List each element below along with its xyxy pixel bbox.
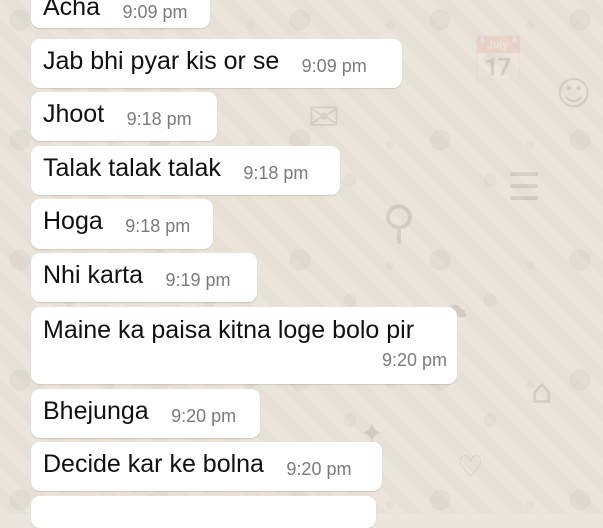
message-text: Hoga [43, 207, 103, 235]
message-text: Jab bhi pyar kis or se [43, 47, 280, 75]
message-text: Jhoot [43, 100, 105, 128]
message-bubble[interactable]: Jhoot 9:18 pm [31, 92, 217, 141]
message-text: Nhi karta [43, 261, 144, 289]
message-timestamp: 9:18 pm [243, 163, 309, 183]
message-bubble[interactable] [31, 496, 376, 528]
message-bubble[interactable]: Maine ka paisa kitna loge bolo pir 9:20 … [31, 307, 457, 384]
message-bubble[interactable]: Acha 9:09 pm [31, 0, 210, 28]
message-text: Acha [43, 0, 100, 21]
message-timestamp: 9:09 pm [301, 56, 367, 76]
message-timestamp: 9:18 pm [125, 216, 191, 236]
message-bubble[interactable]: Bhejunga 9:20 pm [31, 389, 260, 438]
message-timestamp: 9:20 pm [286, 459, 352, 479]
message-timestamp: 9:20 pm [381, 350, 447, 370]
message-timestamp: 9:20 pm [171, 406, 237, 426]
chat-thread: Acha 9:09 pm Jab bhi pyar kis or se 9:09… [0, 0, 603, 528]
message-bubble[interactable]: Nhi karta 9:19 pm [31, 253, 257, 302]
message-text: Decide kar ke bolna [43, 450, 264, 478]
message-bubble[interactable]: Decide kar ke bolna 9:20 pm [31, 442, 382, 491]
message-text: Bhejunga [43, 397, 149, 425]
message-timestamp: 9:09 pm [122, 2, 188, 22]
message-bubble[interactable]: Hoga 9:18 pm [31, 199, 213, 249]
message-text: Maine ka paisa kitna loge bolo pir [43, 316, 415, 344]
message-text: Talak talak talak [43, 154, 221, 182]
message-timestamp: 9:18 pm [126, 109, 192, 129]
message-timestamp: 9:19 pm [165, 270, 231, 290]
message-bubble[interactable]: Jab bhi pyar kis or se 9:09 pm [31, 39, 402, 88]
message-bubble[interactable]: Talak talak talak 9:18 pm [31, 146, 340, 195]
